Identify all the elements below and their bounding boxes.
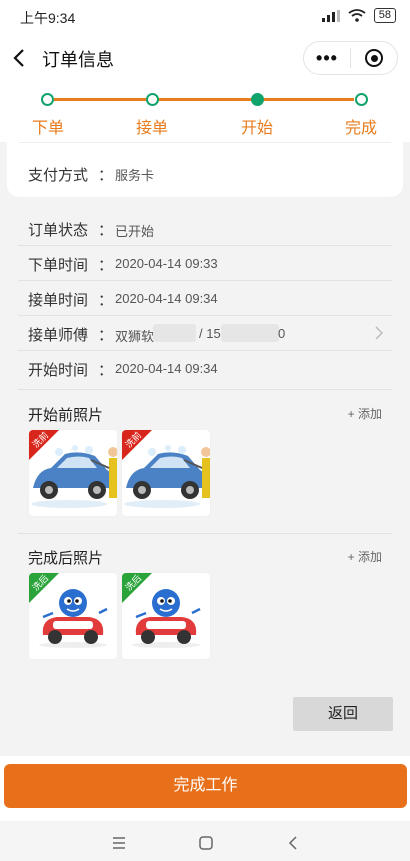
start-time-value: 2020-04-14 09:34 — [115, 361, 218, 376]
accept-time-value: 2020-04-14 09:34 — [115, 291, 218, 306]
payment-value: 服务卡 — [115, 168, 155, 183]
technician-phone-prefix: / 15 — [199, 326, 221, 341]
order-time-value: 2020-04-14 09:33 — [115, 256, 218, 271]
row-divider — [18, 245, 392, 246]
status-bar: 上午9:34 58 — [0, 0, 410, 32]
system-nav-bar — [0, 821, 410, 861]
start-time-colon: ： — [98, 362, 114, 379]
technician-colon: ： — [98, 327, 114, 344]
home-icon[interactable] — [199, 836, 213, 850]
technician-phone-suffix: 0 — [278, 326, 286, 341]
redaction-mask — [221, 324, 279, 342]
nav-bar: 订单信息 ••• — [0, 32, 410, 84]
order-time-colon: ： — [98, 257, 114, 274]
row-divider — [18, 389, 392, 390]
start-time-label: 开始时间 — [28, 362, 89, 379]
step-dot-started — [251, 93, 264, 106]
step-label-ordered: 下单 — [31, 120, 64, 137]
add-after-photo-button[interactable]: + 添加 — [348, 548, 382, 565]
progress-line — [54, 98, 354, 101]
row-divider — [18, 315, 392, 316]
payment-card: 支付方式 ： 服务卡 — [7, 142, 403, 197]
status-icons: 58 — [321, 8, 396, 23]
status-time: 上午9:34 — [20, 10, 76, 26]
after-photos-title: 完成后照片 — [28, 550, 104, 567]
step-label-accepted: 接单 — [135, 120, 168, 137]
menu-icon[interactable] — [112, 837, 126, 849]
order-status-value: 已开始 — [115, 224, 155, 239]
row-divider — [18, 280, 392, 281]
redaction-mask — [153, 324, 196, 342]
section-divider — [18, 533, 392, 534]
order-time-label: 下单时间 — [28, 257, 89, 274]
step-dot-finished — [355, 93, 368, 106]
payment-label: 支付方式 — [28, 167, 89, 184]
target-icon[interactable] — [351, 49, 397, 67]
before-photos-title: 开始前照片 — [28, 407, 104, 424]
step-label-finished: 完成 — [344, 120, 377, 137]
order-status-colon: ： — [98, 222, 114, 239]
page-title: 订单信息 — [42, 50, 114, 70]
row-divider — [18, 350, 392, 351]
order-progress-steps: 下单 接单 开始 完成 — [0, 84, 410, 142]
step-dot-ordered — [41, 93, 54, 106]
back-arrow-icon[interactable] — [10, 46, 30, 70]
add-before-photo-button[interactable]: + 添加 — [348, 405, 382, 422]
technician-label: 接单师傅 — [28, 327, 89, 344]
before-photo-thumbnail[interactable]: 洗前 — [122, 430, 210, 516]
signal-icon — [321, 9, 340, 22]
after-photo-thumbnail[interactable]: 洗后 — [122, 573, 210, 659]
mini-program-capsule: ••• — [303, 41, 398, 75]
wifi-icon — [348, 9, 366, 22]
order-status-label: 订单状态 — [28, 222, 89, 239]
finish-work-button[interactable]: 完成工作 — [4, 764, 407, 808]
return-button[interactable]: 返回 — [293, 697, 393, 731]
more-dots-icon[interactable]: ••• — [304, 48, 350, 68]
battery-icon: 58 — [373, 8, 396, 23]
before-photo-thumbnail[interactable]: 洗前 — [29, 430, 117, 516]
back-icon[interactable] — [288, 835, 298, 851]
accept-time-label: 接单时间 — [28, 292, 89, 309]
accept-time-colon: ： — [98, 292, 114, 309]
step-label-started: 开始 — [240, 120, 273, 137]
chevron-right-icon — [375, 326, 384, 340]
payment-colon: ： — [98, 167, 114, 184]
after-photo-thumbnail[interactable]: 洗后 — [29, 573, 117, 659]
step-dot-accepted — [146, 93, 159, 106]
technician-name: 双狮软 — [115, 329, 155, 344]
